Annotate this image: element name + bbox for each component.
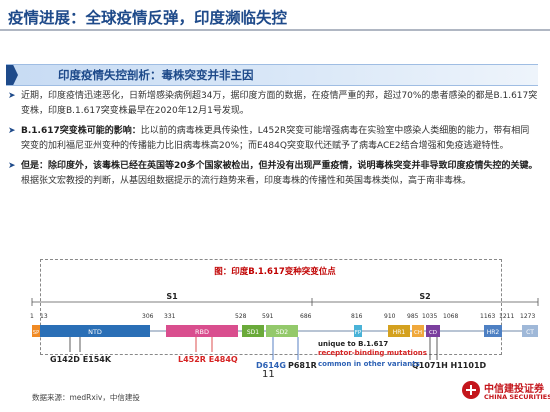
pos-label: 528 <box>235 313 247 320</box>
domain-hr1-label: HR1 <box>393 329 406 336</box>
pos-label: 1273 <box>520 313 535 320</box>
domain-sd1-label: SD1 <box>247 329 259 336</box>
pos-label: 13 <box>40 313 48 320</box>
mutation-p681r-label: P681R <box>288 361 317 370</box>
pos-label: 331 <box>164 313 176 320</box>
pos-label: 1 <box>30 313 34 320</box>
logo-emblem-icon <box>462 381 480 399</box>
logo-en-text: CHINA SECURITIES <box>484 393 550 401</box>
pos-label: 686 <box>300 313 312 320</box>
legend-unique: unique to B.1.617 <box>318 340 388 348</box>
pos-label: 985 <box>407 313 419 320</box>
pos-label: 910 <box>384 313 396 320</box>
mutation-cd-label: Q1071H H1101D <box>412 361 487 370</box>
s2-label: S2 <box>419 292 430 301</box>
domain-cd-label: CD <box>429 330 437 336</box>
spike-protein-diagram: S1 S2 1 13 306 331 528 591 686 816 910 9… <box>30 292 539 370</box>
pos-label: 1068 <box>443 313 458 320</box>
domain-rbd-label: RBD <box>195 328 209 336</box>
s1-label: S1 <box>166 292 178 301</box>
domain-ntd-label: NTD <box>88 328 102 336</box>
domain-hr2-label: HR2 <box>487 329 500 336</box>
mutation-ntd-label: G142D E154K <box>50 355 112 364</box>
pos-label: 306 <box>142 313 154 320</box>
source-note: 数据来源：medRxiv，中信建投 <box>32 393 140 402</box>
domain-fp-label: FP <box>355 330 362 336</box>
domain-sp-label: SP <box>33 330 39 336</box>
legend-common: common in other variants <box>318 360 420 368</box>
domain-ct-label: CT <box>526 329 534 336</box>
pos-label: 1035 <box>422 313 437 320</box>
pos-label: 816 <box>351 313 363 320</box>
pos-label: 1163 <box>480 313 495 320</box>
page-number: 11 <box>262 369 275 380</box>
pos-label: 1211 <box>499 313 514 320</box>
domain-sd2-label: SD2 <box>276 329 288 336</box>
pos-label: 591 <box>262 313 274 320</box>
mutation-rbd-label: L452R E484Q <box>178 355 238 364</box>
domain-ch-label: CH <box>414 330 422 336</box>
legend-rbm: receptor-binding mutations <box>318 349 427 357</box>
company-logo: 中信建投证券 CHINA SECURITIES <box>460 378 550 412</box>
